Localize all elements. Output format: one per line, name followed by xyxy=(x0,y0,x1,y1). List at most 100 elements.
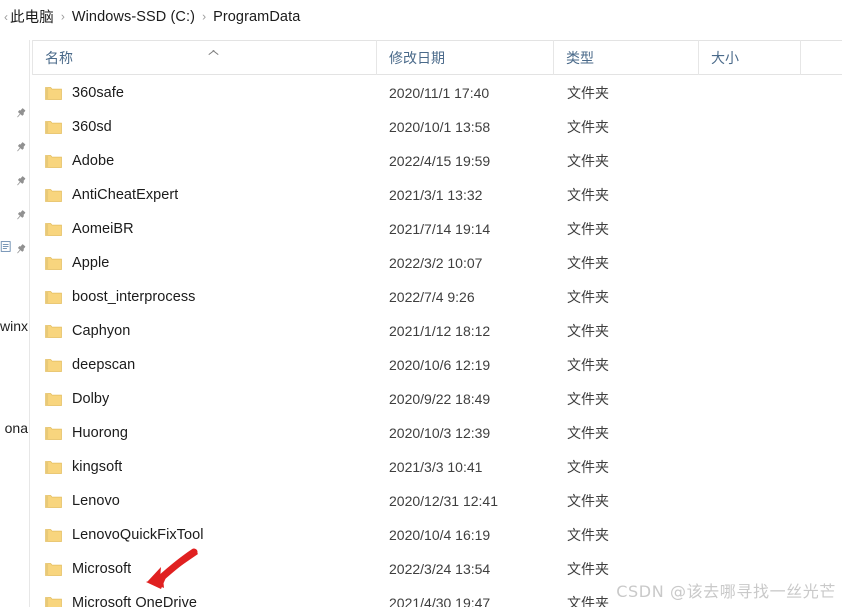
cell-size xyxy=(700,349,802,381)
table-row[interactable]: Dolby 2020/9/22 18:49 文件夹 xyxy=(32,382,842,416)
pin-icon xyxy=(17,141,26,151)
cell-date-modified: 2020/10/6 12:19 xyxy=(389,357,491,373)
cell-name[interactable]: boost_interprocess xyxy=(33,281,378,313)
folder-icon xyxy=(45,426,62,440)
file-name-label: 360sd xyxy=(72,119,112,135)
cell-size xyxy=(700,519,802,551)
column-header-type-label: 类型 xyxy=(566,49,594,66)
cell-date-modified: 2020/10/3 12:39 xyxy=(389,425,491,441)
cell-date-modified: 2021/4/30 19:47 xyxy=(389,595,491,607)
cell-type: 文件夹 xyxy=(567,153,609,169)
cell-date-modified: 2021/3/3 10:41 xyxy=(389,459,483,475)
column-header-date-modified[interactable]: 修改日期 xyxy=(377,40,554,75)
file-name-label: kingsoft xyxy=(72,459,123,475)
cell-name[interactable]: LenovoQuickFixTool xyxy=(33,519,378,551)
cell-size xyxy=(700,145,802,177)
folder-icon xyxy=(45,460,62,474)
file-name-label: Caphyon xyxy=(72,323,131,339)
cell-size xyxy=(700,383,802,415)
folder-icon xyxy=(45,154,62,168)
cell-size xyxy=(700,111,802,143)
cell-name[interactable]: kingsoft xyxy=(33,451,378,483)
file-list[interactable]: 360safe 2020/11/1 17:40 文件夹 360sd 2020/10/1 … xyxy=(32,76,842,607)
table-row[interactable]: Adobe 2022/4/15 19:59 文件夹 xyxy=(32,144,842,178)
cell-name[interactable]: Lenovo xyxy=(33,485,378,517)
cell-date-modified: 2021/3/1 13:32 xyxy=(389,187,483,203)
cell-size xyxy=(700,485,802,517)
cell-date-modified: 2020/9/22 18:49 xyxy=(389,391,491,407)
folder-icon xyxy=(45,120,62,134)
table-row[interactable]: Lenovo 2020/12/31 12:41 文件夹 xyxy=(32,484,842,518)
cell-name[interactable]: 360safe xyxy=(33,77,378,109)
file-name-label: AomeiBR xyxy=(72,221,134,237)
file-name-label: Huorong xyxy=(72,425,128,441)
file-explorer-window: ‹ 此电脑 › Windows-SSD (C:) › ProgramData w… xyxy=(0,0,842,607)
cell-name[interactable]: Huorong xyxy=(33,417,378,449)
nav-pin-item[interactable] xyxy=(1,204,27,226)
table-row[interactable]: Huorong 2020/10/3 12:39 文件夹 xyxy=(32,416,842,450)
table-row[interactable]: LenovoQuickFixTool 2020/10/4 16:19 文件夹 xyxy=(32,518,842,552)
column-header-size[interactable]: 大小 xyxy=(699,40,801,75)
column-header-type[interactable]: 类型 xyxy=(554,40,699,75)
nav-item-label-winx[interactable]: winx xyxy=(0,318,28,334)
folder-icon xyxy=(45,290,62,304)
cell-name[interactable]: 360sd xyxy=(33,111,378,143)
cell-type: 文件夹 xyxy=(567,255,609,271)
pin-icon xyxy=(17,107,26,117)
breadcrumb-item-programdata[interactable]: ProgramData xyxy=(213,9,300,25)
folder-icon xyxy=(45,596,62,607)
table-row[interactable]: kingsoft 2021/3/3 10:41 文件夹 xyxy=(32,450,842,484)
table-row[interactable]: 360safe 2020/11/1 17:40 文件夹 xyxy=(32,76,842,110)
navigation-pane-strip: winx ona xyxy=(0,40,30,607)
folder-icon xyxy=(45,86,62,100)
table-row[interactable]: Apple 2022/3/2 10:07 文件夹 xyxy=(32,246,842,280)
table-row[interactable]: AomeiBR 2021/7/14 19:14 文件夹 xyxy=(32,212,842,246)
folder-icon xyxy=(45,358,62,372)
cell-name[interactable]: Microsoft OneDrive xyxy=(33,587,378,607)
nav-pin-item[interactable] xyxy=(1,136,27,158)
pin-icon xyxy=(17,175,26,185)
breadcrumb-separator-icon[interactable]: › xyxy=(202,9,206,23)
cell-size xyxy=(700,281,802,313)
nav-pin-item[interactable] xyxy=(1,170,27,192)
cell-date-modified: 2020/12/31 12:41 xyxy=(389,493,498,509)
file-name-label: Microsoft OneDrive xyxy=(72,595,197,607)
cell-date-modified: 2022/3/24 13:54 xyxy=(389,561,491,577)
breadcrumb-item-this-pc[interactable]: 此电脑 xyxy=(10,6,54,27)
cell-name[interactable]: Microsoft xyxy=(33,553,378,585)
cell-type: 文件夹 xyxy=(567,323,609,339)
cell-name[interactable]: AomeiBR xyxy=(33,213,378,245)
cell-size xyxy=(700,179,802,211)
cell-date-modified: 2022/7/4 9:26 xyxy=(389,289,475,305)
table-row[interactable]: deepscan 2020/10/6 12:19 文件夹 xyxy=(32,348,842,382)
column-header-name[interactable]: 名称 xyxy=(32,40,377,75)
pin-icon xyxy=(17,243,26,253)
folder-icon xyxy=(45,256,62,270)
cell-type: 文件夹 xyxy=(567,459,609,475)
cell-name[interactable]: deepscan xyxy=(33,349,378,381)
cell-name[interactable]: Apple xyxy=(33,247,378,279)
folder-icon xyxy=(45,324,62,338)
cell-type: 文件夹 xyxy=(567,119,609,135)
file-name-label: LenovoQuickFixTool xyxy=(72,527,204,543)
cell-date-modified: 2022/4/15 19:59 xyxy=(389,153,491,169)
address-bar[interactable]: ‹ 此电脑 › Windows-SSD (C:) › ProgramData xyxy=(0,0,842,33)
table-row[interactable]: AntiCheatExpert 2021/3/1 13:32 文件夹 xyxy=(32,178,842,212)
table-row[interactable]: 360sd 2020/10/1 13:58 文件夹 xyxy=(32,110,842,144)
cell-name[interactable]: Dolby xyxy=(33,383,378,415)
cell-name[interactable]: AntiCheatExpert xyxy=(33,179,378,211)
sort-ascending-icon xyxy=(209,48,218,57)
cell-size xyxy=(700,451,802,483)
cell-type: 文件夹 xyxy=(567,85,609,101)
cell-name[interactable]: Caphyon xyxy=(33,315,378,347)
nav-pin-item[interactable] xyxy=(1,102,27,124)
table-row[interactable]: Caphyon 2021/1/12 18:12 文件夹 xyxy=(32,314,842,348)
file-name-label: Apple xyxy=(72,255,110,271)
folder-icon xyxy=(45,528,62,542)
breadcrumb-separator-icon[interactable]: › xyxy=(61,9,65,23)
folder-icon xyxy=(45,562,62,576)
table-row[interactable]: boost_interprocess 2022/7/4 9:26 文件夹 xyxy=(32,280,842,314)
nav-item-label-ona[interactable]: ona xyxy=(5,420,28,436)
breadcrumb-item-windows-ssd[interactable]: Windows-SSD (C:) xyxy=(72,9,195,25)
cell-name[interactable]: Adobe xyxy=(33,145,378,177)
